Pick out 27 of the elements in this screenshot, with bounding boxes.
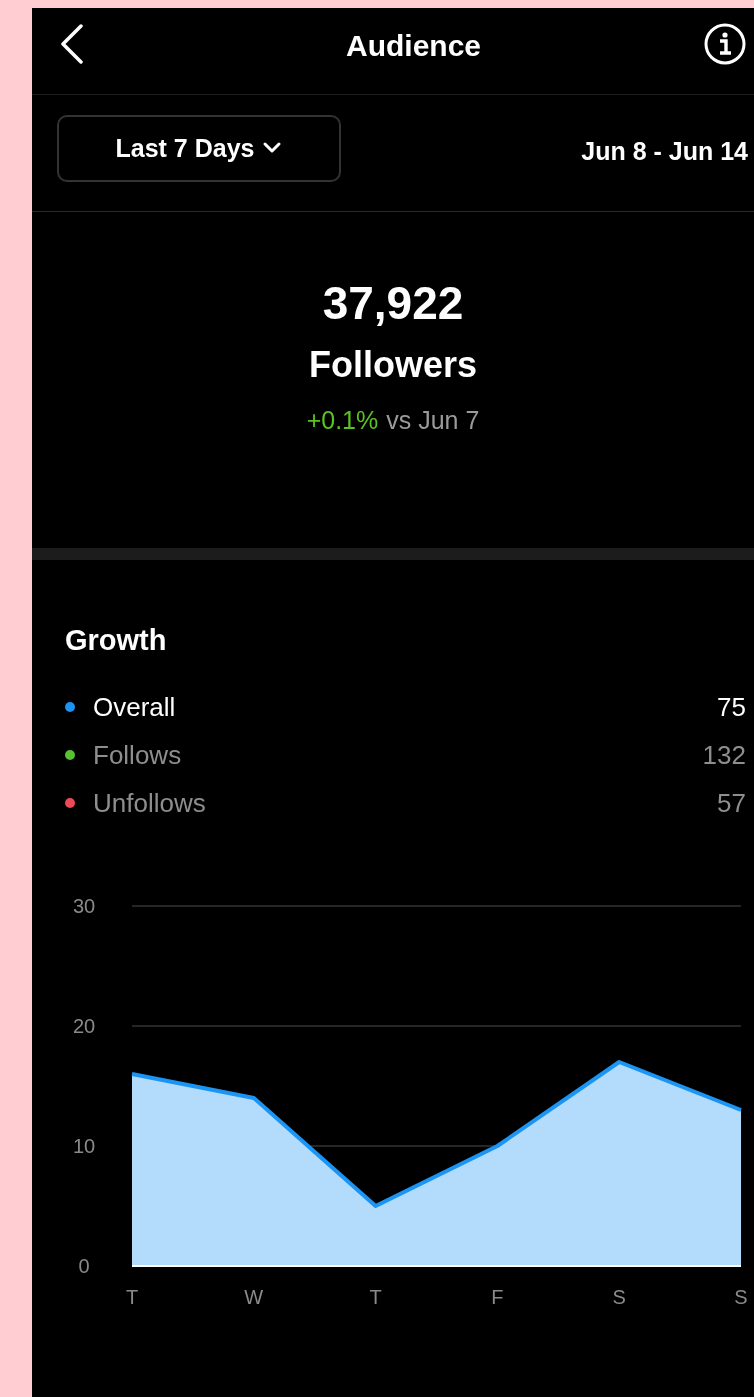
section-title: Growth [64, 624, 168, 657]
followers-label: Followers [309, 344, 477, 386]
info-icon[interactable] [703, 22, 747, 66]
legend-value: 75 [717, 691, 746, 723]
comparison-label: vs Jun 7 [386, 406, 480, 435]
legend-label[interactable]: Follows [93, 739, 703, 771]
legend-value: 57 [717, 787, 746, 819]
x-axis-label: F [491, 1286, 504, 1307]
y-axis-label: 0 [78, 1255, 90, 1277]
legend-label[interactable]: Unfollows [93, 787, 718, 819]
y-axis-label: 30 [72, 895, 96, 917]
y-axis-label: 20 [72, 1015, 96, 1037]
date-range-label: Jun 8 - Jun 14 [581, 136, 748, 166]
x-axis-label: S [734, 1286, 748, 1307]
x-axis-label: T [369, 1286, 382, 1307]
chevron-down-icon [262, 141, 283, 155]
date-range-dropdown[interactable]: Last 7 Days [57, 114, 341, 182]
x-axis-label: S [612, 1286, 626, 1307]
x-axis-label: W [244, 1286, 264, 1307]
screen-title: Audience [346, 29, 481, 63]
follower-count: 37,922 [322, 276, 464, 330]
y-axis-label: 10 [72, 1135, 96, 1157]
change-percent: +0.1% [306, 406, 379, 435]
back-icon[interactable] [60, 24, 84, 64]
x-axis-label: T [125, 1286, 139, 1307]
legend-value: 132 [702, 739, 746, 771]
legend-label[interactable]: Overall [93, 691, 718, 723]
